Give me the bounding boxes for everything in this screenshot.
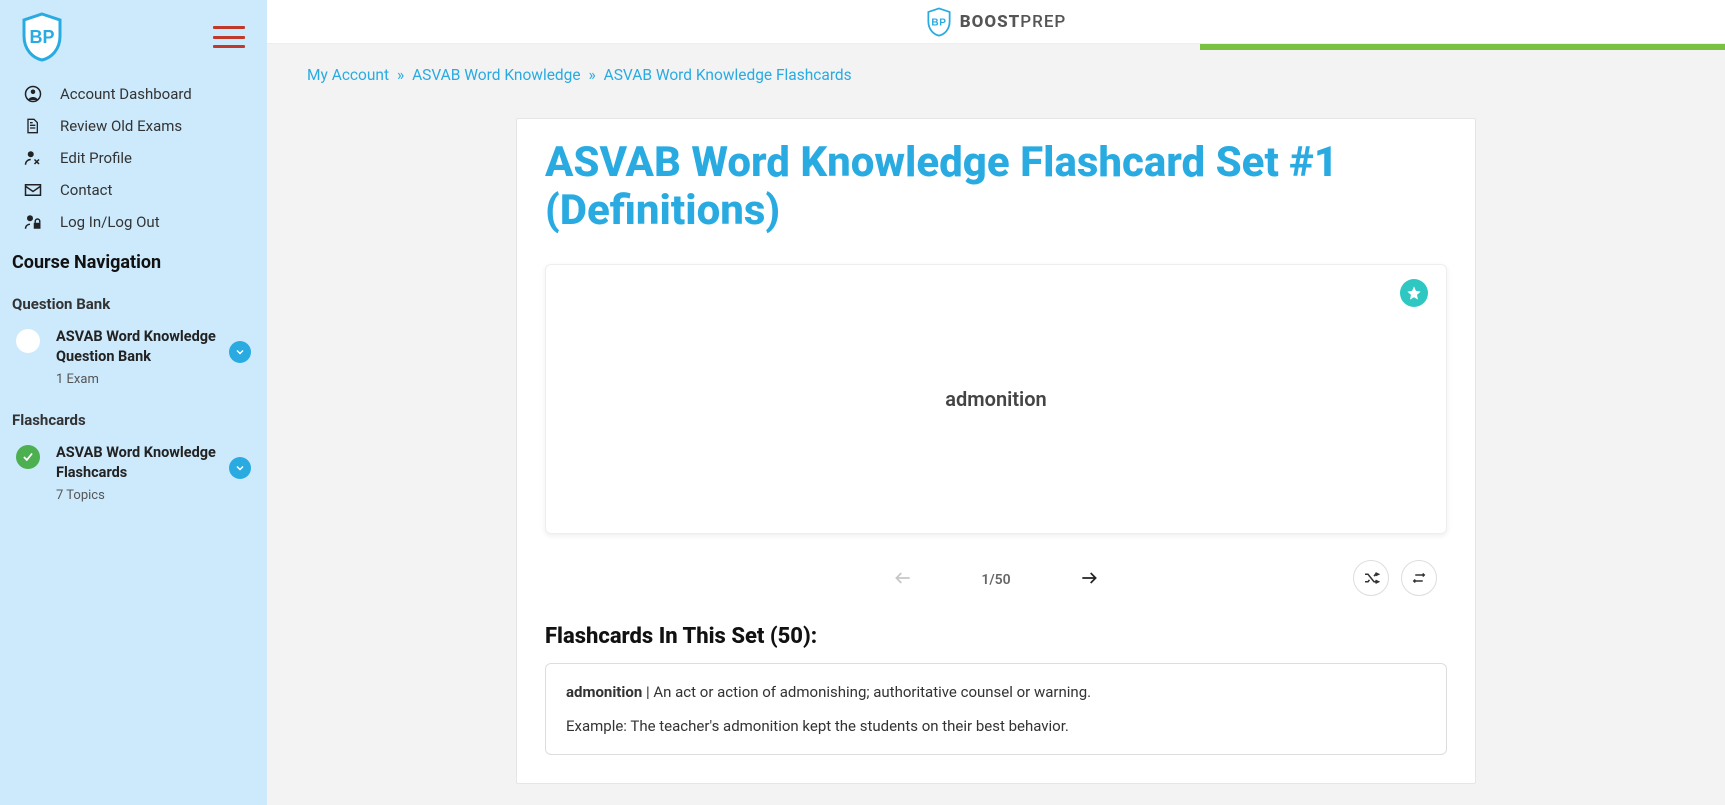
expand-toggle-icon[interactable] — [229, 457, 251, 479]
brand-shield-icon: BP — [926, 7, 952, 37]
breadcrumb: My Account » ASVAB Word Knowledge » ASVA… — [267, 50, 1725, 100]
svg-text:BP: BP — [29, 27, 54, 47]
nav-label: Log In/Log Out — [60, 213, 160, 231]
nav-account-dashboard[interactable]: Account Dashboard — [12, 78, 255, 110]
sidebar: BP Account Dashboard Review Old Exams — [0, 0, 267, 805]
course-navigation-heading: Course Navigation — [12, 238, 255, 277]
course-info: ASVAB Word Knowledge Flashcards 7 Topics — [56, 443, 223, 503]
definition-text: An act or action of admonishing; authori… — [653, 683, 1091, 701]
flashcard-controls: 1/50 — [545, 560, 1447, 600]
envelope-icon — [24, 183, 60, 197]
nav-review-old-exams[interactable]: Review Old Exams — [12, 110, 255, 142]
brand-logo[interactable]: BP BOOSTPREP — [926, 7, 1067, 37]
next-card-button[interactable] — [1075, 565, 1103, 595]
course-info: ASVAB Word Knowledge Question Bank 1 Exa… — [56, 327, 223, 387]
definition-term: admonition — [566, 683, 642, 701]
logo-shield-icon: BP — [20, 12, 64, 62]
flashcards-item[interactable]: ASVAB Word Knowledge Flashcards 7 Topics — [12, 437, 255, 509]
breadcrumb-sep: » — [393, 66, 408, 84]
question-bank-item[interactable]: ASVAB Word Knowledge Question Bank 1 Exa… — [12, 321, 255, 393]
course-meta: 7 Topics — [56, 488, 223, 503]
set-heading: Flashcards In This Set (50): — [545, 624, 1447, 649]
status-open-icon — [16, 329, 40, 353]
flashcard[interactable]: admonition — [545, 264, 1447, 534]
account-nav: Account Dashboard Review Old Exams Edit … — [12, 78, 255, 238]
nav-label: Edit Profile — [60, 149, 132, 167]
nav-login-logout[interactable]: Log In/Log Out — [12, 206, 255, 238]
svg-text:BP: BP — [931, 17, 946, 28]
main: BP BOOSTPREP My Account » ASVAB Word Kno… — [267, 0, 1725, 805]
breadcrumb-course[interactable]: ASVAB Word Knowledge — [412, 66, 581, 84]
progress-bar — [267, 44, 1725, 50]
course-title: ASVAB Word Knowledge Flashcards — [56, 443, 223, 482]
card-tools — [1353, 560, 1437, 596]
nav-contact[interactable]: Contact — [12, 174, 255, 206]
user-circle-icon — [24, 85, 60, 103]
sidebar-top: BP — [12, 12, 255, 72]
hamburger-menu-icon[interactable] — [213, 26, 245, 48]
brand-light: PREP — [1020, 12, 1066, 32]
progress-fill — [1200, 44, 1725, 50]
status-done-icon — [16, 445, 40, 469]
flashcards-heading: Flashcards — [12, 393, 255, 437]
favorite-star-button[interactable] — [1400, 279, 1428, 307]
definition-card: admonition | An act or action of admonis… — [545, 663, 1447, 755]
document-icon — [24, 117, 60, 135]
definition-line: admonition | An act or action of admonis… — [566, 680, 1426, 704]
lock-user-icon — [24, 213, 60, 231]
course-title: ASVAB Word Knowledge Question Bank — [56, 327, 223, 366]
topbar: BP BOOSTPREP — [267, 0, 1725, 44]
breadcrumb-flashcards[interactable]: ASVAB Word Knowledge Flashcards — [604, 66, 852, 84]
swap-button[interactable] — [1401, 560, 1437, 596]
course-meta: 1 Exam — [56, 372, 223, 387]
breadcrumb-my-account[interactable]: My Account — [307, 66, 389, 84]
page-title: ASVAB Word Knowledge Flashcard Set #1 (D… — [545, 139, 1447, 236]
nav-label: Account Dashboard — [60, 85, 192, 103]
flashcard-word: admonition — [945, 387, 1046, 411]
brand-bold: BOOST — [960, 12, 1021, 32]
content-card: ASVAB Word Knowledge Flashcard Set #1 (D… — [516, 118, 1476, 784]
definition-example: Example: The teacher's admonition kept t… — [566, 714, 1426, 738]
question-bank-heading: Question Bank — [12, 277, 255, 321]
nav-label: Review Old Exams — [60, 117, 182, 135]
shuffle-button[interactable] — [1353, 560, 1389, 596]
definition-sep: | — [642, 683, 653, 701]
user-edit-icon — [24, 149, 60, 167]
card-counter: 1/50 — [981, 572, 1010, 588]
prev-card-button[interactable] — [889, 565, 917, 595]
breadcrumb-sep: » — [584, 66, 599, 84]
nav-edit-profile[interactable]: Edit Profile — [12, 142, 255, 174]
expand-toggle-icon[interactable] — [229, 341, 251, 363]
nav-label: Contact — [60, 181, 112, 199]
